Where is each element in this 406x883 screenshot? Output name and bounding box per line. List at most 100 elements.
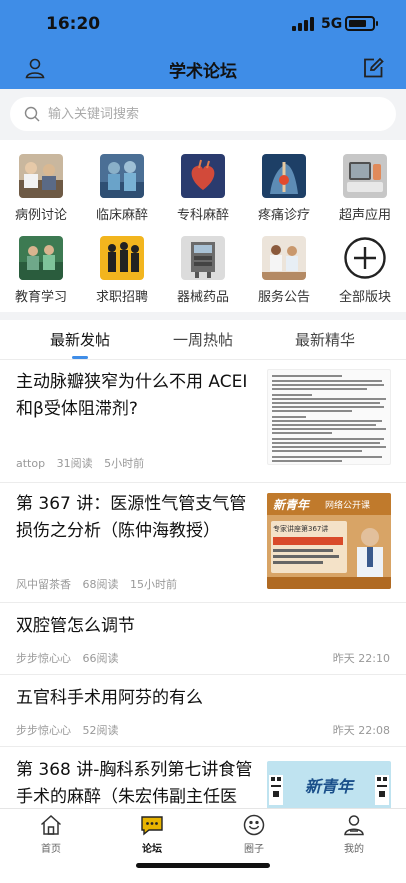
home-indicator [136,863,270,868]
post-item[interactable]: 主动脉瓣狭窄为什么不用 ACEI 和β受体阻滞剂? attop 31阅读 5小时… [0,361,406,483]
post-author: 步步惊心心 [16,724,71,737]
education-icon [19,236,63,280]
post-title: 主动脉瓣狭窄为什么不用 ACEI 和β受体阻滞剂? [16,372,248,419]
compose-icon[interactable] [361,56,385,80]
network-label: 5G [321,16,343,32]
post-thumbnail: 新青年 网络公开课 专家讲座第367讲 [267,493,391,589]
signal-icon [292,17,316,31]
category-service-notice[interactable]: 服务公告 [244,222,324,305]
post-author: 步步惊心心 [16,652,71,665]
tab-weekly-hot[interactable]: 一周热帖 [148,320,258,360]
post-title: 第 367 讲：医源性气管支气管 损伤之分析（陈仲海教授） [16,494,247,541]
nav-forum[interactable]: 论坛 [122,813,182,855]
category-case-discussion[interactable]: 病例讨论 [1,140,81,223]
devices-drugs-icon [181,236,225,280]
clinical-anesthesia-icon [100,154,144,198]
nav-circle[interactable]: 圈子 [224,813,284,855]
post-reads: 66阅读 [82,652,119,665]
nav-label: 我的 [344,844,364,855]
category-grid: 病例讨论 临床麻醉 专科麻醉 疼痛诊疗 超声应用 教育学习 求职招聘 器械药品 … [0,140,406,312]
category-label: 病例讨论 [14,208,67,223]
category-jobs[interactable]: 求职招聘 [82,222,162,305]
tab-latest-featured[interactable]: 最新精华 [270,320,380,360]
qr-code-icon [375,775,389,805]
post-thumbnail: 新青年 [267,761,391,808]
post-title: 五官科手术用阿芬的有么 [16,688,203,708]
category-pain-management[interactable]: 疼痛诊疗 [244,140,324,223]
tab-latest-posts[interactable]: 最新发帖 [25,320,135,360]
post-meta: 风中留茶香 68阅读 15小时前 [16,576,185,592]
nav-mine[interactable]: 我的 [324,813,384,855]
category-devices-drugs[interactable]: 器械药品 [163,222,243,305]
smile-circle-icon [243,814,265,836]
category-label: 求职招聘 [95,290,148,305]
post-tabs: 最新发帖 一周热帖 最新精华 [0,320,406,360]
category-label: 超声应用 [338,208,391,223]
thumbnail-banner-sub: 网络公开课 [325,501,371,511]
post-time: 15小时前 [130,578,177,591]
speaker-photo [357,528,383,583]
bottom-nav: 首页 论坛 圈子 我的 [0,808,406,883]
search-input[interactable] [48,97,378,131]
post-time: 5小时前 [104,457,145,470]
post-reads: 52阅读 [82,724,119,737]
category-label: 全部版块 [338,290,391,305]
jobs-icon [100,236,144,280]
profile-icon [344,815,364,836]
active-tab-indicator [72,356,88,359]
nav-home[interactable]: 首页 [21,813,81,855]
ultrasound-icon [343,154,387,198]
category-ultrasound[interactable]: 超声应用 [325,140,405,223]
category-clinical-anesthesia[interactable]: 临床麻醉 [82,140,162,223]
post-item[interactable]: 第 367 讲：医源性气管支气管 损伤之分析（陈仲海教授） 风中留茶香 68阅读… [0,483,406,603]
post-reads: 31阅读 [56,457,93,470]
post-author: attop [16,457,46,470]
category-specialty-anesthesia[interactable]: 专科麻醉 [163,140,243,223]
post-item[interactable]: 五官科手术用阿芬的有么 步步惊心心 52阅读 昨天 22:08 [0,675,406,747]
search-icon [24,106,40,122]
title-bar: 学术论坛 [0,48,406,89]
plus-circle-icon [343,236,387,280]
category-label: 疼痛诊疗 [257,208,310,223]
section-divider [0,312,406,320]
post-thumbnail [267,369,391,465]
post-item[interactable]: 双腔管怎么调节 步步惊心心 66阅读 昨天 22:10 [0,603,406,675]
post-time: 昨天 22:10 [332,652,390,665]
status-time: 16:20 [46,14,101,34]
category-label: 临床麻醉 [95,208,148,223]
category-label: 器械药品 [176,290,229,305]
category-label: 教育学习 [14,290,67,305]
pain-management-icon [262,154,306,198]
forum-chat-icon [141,816,163,836]
thumbnail-heading: 专家讲座第367讲 [273,525,329,533]
post-meta: 步步惊心心 66阅读 [16,650,127,666]
thumbnail-banner: 新青年 [305,777,354,796]
category-education[interactable]: 教育学习 [1,222,81,305]
nav-label: 论坛 [142,844,162,855]
post-time: 昨天 22:08 [332,724,390,737]
category-label: 专科麻醉 [176,208,229,223]
thumbnail-banner: 新青年 [273,498,310,512]
nav-label: 圈子 [244,844,264,855]
battery-icon [345,16,378,31]
post-reads: 68阅读 [82,578,119,591]
qr-code-icon [269,775,283,805]
page-title: 学术论坛 [169,62,237,82]
post-title: 双腔管怎么调节 [16,616,135,636]
post-title: 第 368 讲-胸科系列第七讲食管 手术的麻醉（朱宏伟副主任医 [16,760,253,807]
category-label: 服务公告 [257,290,310,305]
post-meta: 步步惊心心 52阅读 [16,722,127,738]
home-icon [40,814,62,835]
post-item[interactable]: 第 368 讲-胸科系列第七讲食管 手术的麻醉（朱宏伟副主任医 新青年 [0,747,406,808]
post-meta: attop 31阅读 5小时前 [16,455,152,471]
app-header: 16:20 5G 学术论坛 [0,0,406,89]
post-author: 风中留茶香 [16,578,71,591]
nav-label: 首页 [41,844,61,855]
category-all-sections[interactable]: 全部版块 [325,222,405,305]
status-bar: 16:20 5G [0,0,406,48]
specialty-anesthesia-icon [181,154,225,198]
search-area [0,89,406,140]
case-discussion-icon [19,154,63,198]
service-notice-icon [262,236,306,280]
search-bar[interactable] [10,97,396,131]
